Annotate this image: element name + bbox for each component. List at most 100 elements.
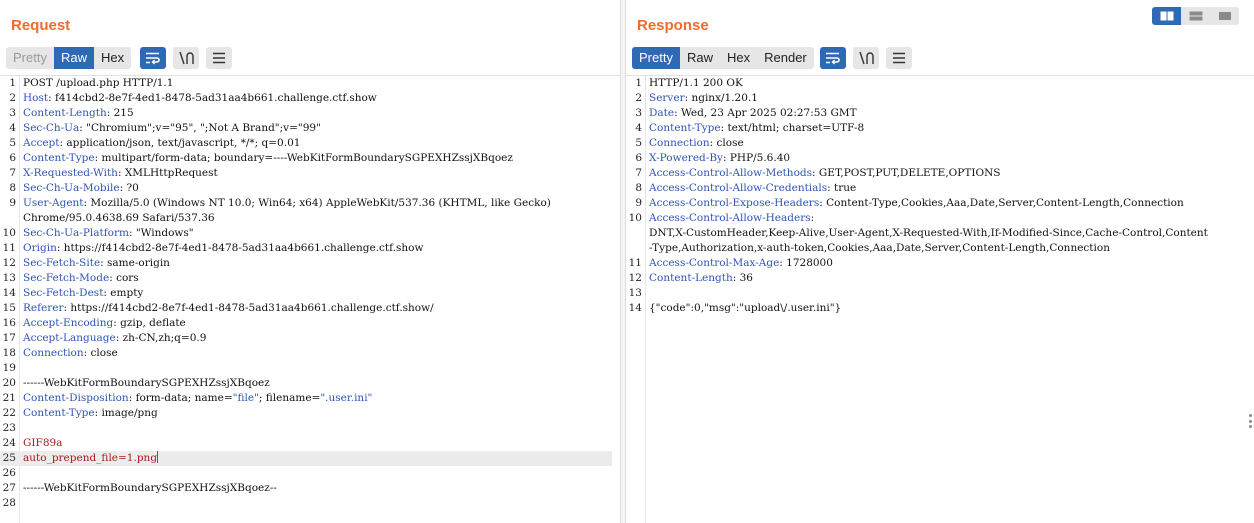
header-name: Sec-Ch-Ua xyxy=(23,122,80,134)
line-number: 8 xyxy=(9,182,16,194)
line-content: Content-Type: image/png xyxy=(23,406,158,421)
response-wrap-lines-button[interactable] xyxy=(819,47,846,69)
response-line: 1 HTTP/1.1 200 OK xyxy=(626,76,1254,91)
request-tab-raw[interactable]: Raw xyxy=(53,47,94,69)
response-menu-button[interactable] xyxy=(885,47,912,69)
response-show-newlines-button[interactable] xyxy=(852,47,879,69)
header-name: Sec-Fetch-Site xyxy=(23,257,101,269)
line-number: 1 xyxy=(635,77,642,89)
line-text: : https://f414cbd2-8e7f-4ed1-8478-5ad31a… xyxy=(56,242,424,254)
response-line: 10 Access-Control-Allow-Headers: xyxy=(626,211,1254,226)
line-text: : Content-Type,Cookies,Aaa,Date,Server,C… xyxy=(819,197,1184,209)
line-number: 23 xyxy=(2,422,16,434)
layout-view-switch xyxy=(1152,7,1239,25)
line-number: 3 xyxy=(635,107,642,119)
line-number: 1 xyxy=(9,77,16,89)
line-content: Access-Control-Allow-Headers: xyxy=(649,211,814,226)
line-content: GIF89a xyxy=(23,436,62,451)
layout-tabs-icon xyxy=(1218,12,1231,20)
layout-side-by-side-button[interactable] xyxy=(1152,7,1181,25)
layout-top-bottom-button[interactable] xyxy=(1181,7,1210,25)
response-tab-pretty[interactable]: Pretty xyxy=(632,47,680,69)
header-name: Accept-Encoding xyxy=(23,317,114,329)
request-line: 20 ------WebKitFormBoundarySGPEXHZssjXBqo… xyxy=(0,376,620,391)
line-number: 16 xyxy=(2,317,16,329)
request-line: 21 Content-Disposition: form-data; name="… xyxy=(0,391,620,406)
request-editor[interactable]: 1 POST /upload.php HTTP/1.1 2 Host: f414cbd… xyxy=(0,75,620,523)
request-wrap-lines-button[interactable] xyxy=(140,47,167,69)
line-text: ".user.ini" xyxy=(320,392,373,404)
response-line: 6 X-Powered-By: PHP/5.6.40 xyxy=(626,151,1254,166)
request-line: 19 xyxy=(0,361,620,376)
response-resize-handle[interactable] xyxy=(1249,414,1252,428)
response-tab-raw[interactable]: Raw xyxy=(680,47,720,69)
line-number: 2 xyxy=(635,92,642,104)
request-tab-pretty[interactable]: Pretty xyxy=(6,47,54,69)
response-line: 4 Content-Type: text/html; charset=UTF-8 xyxy=(626,121,1254,136)
line-text: : true xyxy=(827,182,857,194)
line-text: : XMLHttpRequest xyxy=(117,167,218,179)
line-text: : multipart/form-data; boundary=----WebK… xyxy=(94,152,513,164)
response-line: 7 Access-Control-Allow-Methods: GET,POST,… xyxy=(626,166,1254,181)
request-line: 17 Accept-Language: zh-CN,zh;q=0.9 xyxy=(0,331,620,346)
line-text: : application/json, text/javascript, */*… xyxy=(59,137,301,149)
line-content: Accept: application/json, text/javascrip… xyxy=(23,136,300,151)
request-tab-hex[interactable]: Hex xyxy=(94,47,131,69)
header-name: Sec-Fetch-Mode xyxy=(23,272,110,284)
line-content: Content-Disposition: form-data; name="fi… xyxy=(23,391,372,406)
header-name: Access-Control-Allow-Credentials xyxy=(649,182,828,194)
line-content: -Type,Authorization,x-auth-token,Cookies… xyxy=(649,241,1110,256)
line-text: : Mozilla/5.0 (Windows NT 10.0; Win64; x… xyxy=(83,197,551,209)
line-number: 25 xyxy=(2,452,16,464)
line-content: Date: Wed, 23 Apr 2025 02:27:53 GMT xyxy=(649,106,857,121)
response-tab-render[interactable]: Render xyxy=(757,47,814,69)
show-newlines-icon xyxy=(859,51,874,65)
request-line: 13 Sec-Fetch-Mode: cors xyxy=(0,271,620,286)
line-text: {"code":0,"msg":"upload\/.user.ini"} xyxy=(649,302,842,314)
header-name: Server xyxy=(649,92,685,104)
request-title: Request xyxy=(11,17,71,34)
request-line: 11 Origin: https://f414cbd2-8e7f-4ed1-847… xyxy=(0,241,620,256)
request-line: 15 Referer: https://f414cbd2-8e7f-4ed1-84… xyxy=(0,301,620,316)
layout-tabs-button[interactable] xyxy=(1210,7,1239,25)
line-text: ------WebKitFormBoundarySGPEXHZssjXBqoez xyxy=(23,377,270,389)
request-line: 27 ------WebKitFormBoundarySGPEXHZssjXBqo… xyxy=(0,481,620,496)
header-name: User-Agent xyxy=(23,197,84,209)
line-number: 7 xyxy=(9,167,16,179)
line-content: Accept-Encoding: gzip, deflate xyxy=(23,316,186,331)
line-content: Sec-Ch-Ua-Platform: "Windows" xyxy=(23,226,194,241)
response-tab-hex[interactable]: Hex xyxy=(720,47,757,69)
line-text: auto_prepend_file=1.png xyxy=(23,452,158,464)
response-editor[interactable]: 1 HTTP/1.1 200 OK 2 Server: nginx/1.20.1 3 Da… xyxy=(626,75,1254,523)
line-text: ------WebKitFormBoundarySGPEXHZssjXBqoez… xyxy=(23,482,277,494)
request-toolbar: Pretty Raw Hex xyxy=(6,47,233,69)
response-line: 13 xyxy=(626,286,1254,301)
line-text: : PHP/5.6.40 xyxy=(722,152,791,164)
line-content: User-Agent: Mozilla/5.0 (Windows NT 10.0… xyxy=(23,196,551,211)
response-title: Response xyxy=(637,17,709,34)
line-content: POST /upload.php HTTP/1.1 xyxy=(23,76,173,91)
header-name: Accept xyxy=(23,137,60,149)
request-line: 10 Sec-Ch-Ua-Platform: "Windows" xyxy=(0,226,620,241)
line-content: X-Requested-With: XMLHttpRequest xyxy=(23,166,218,181)
line-text: : gzip, deflate xyxy=(113,317,186,329)
line-text: : nginx/1.20.1 xyxy=(684,92,758,104)
line-content: Referer: https://f414cbd2-8e7f-4ed1-8478… xyxy=(23,301,434,316)
line-text: : 215 xyxy=(106,107,134,119)
request-line: 5 Accept: application/json, text/javascri… xyxy=(0,136,620,151)
response-toolbar: Pretty Raw Hex Render xyxy=(632,47,912,69)
request-menu-button[interactable] xyxy=(206,47,233,69)
line-number: 9 xyxy=(635,197,642,209)
response-line: 5 Connection: close xyxy=(626,136,1254,151)
line-text: : same-origin xyxy=(100,257,170,269)
request-line: 22 Content-Type: image/png xyxy=(0,406,620,421)
line-content: Content-Type: text/html; charset=UTF-8 xyxy=(649,121,864,136)
request-show-newlines-button[interactable] xyxy=(173,47,200,69)
line-content: Content-Type: multipart/form-data; bound… xyxy=(23,151,513,166)
line-content: Accept-Language: zh-CN,zh;q=0.9 xyxy=(23,331,206,346)
line-content: {"code":0,"msg":"upload\/.user.ini"} xyxy=(649,301,841,316)
request-line: 7 X-Requested-With: XMLHttpRequest xyxy=(0,166,620,181)
line-text: POST /upload.php HTTP/1.1 xyxy=(23,77,174,89)
line-text: ; filename= xyxy=(258,392,321,404)
header-name: Content-Disposition xyxy=(23,392,129,404)
